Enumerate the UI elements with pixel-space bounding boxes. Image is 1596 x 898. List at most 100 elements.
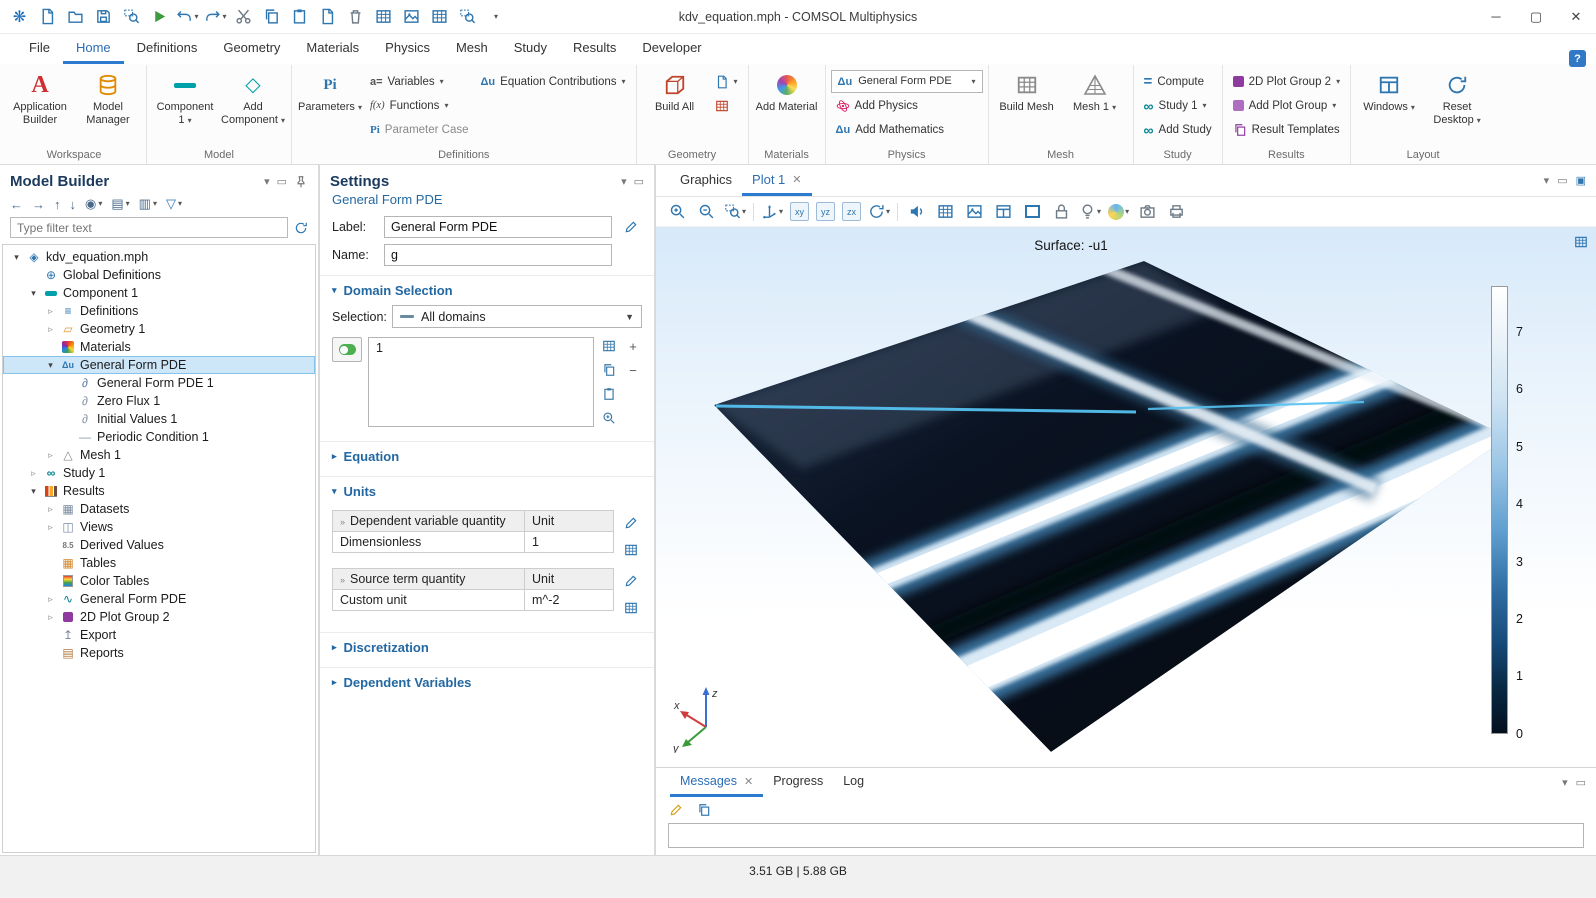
refresh-view-button[interactable]: ▾ [868,201,890,223]
close-button[interactable]: ✕ [1556,0,1596,33]
tab-plot1[interactable]: Plot 1 ✕ [742,165,811,196]
active-toggle-button[interactable] [332,337,362,362]
move-up-button[interactable]: ↑ [54,197,61,212]
table-button[interactable] [934,201,956,223]
undo-button[interactable]: ▾ [174,4,201,30]
tab-study[interactable]: Study [501,34,560,64]
forward-button[interactable]: → [32,197,45,212]
tree-item-study1[interactable]: ▹ ∞ Study 1 [3,464,315,482]
tab-home[interactable]: Home [63,34,124,64]
application-builder-button[interactable]: A Application Builder [7,66,73,147]
model-manager-button[interactable]: Model Manager [75,66,141,147]
preview-button[interactable] [118,4,145,30]
graphics-canvas[interactable]: Surface: -u1 [656,227,1596,767]
domain-selection-header[interactable]: ▾ Domain Selection [320,276,654,304]
plot-data-icon[interactable] [1574,235,1588,249]
duplicate-button[interactable] [314,4,341,30]
edit-unit-table-button[interactable] [620,597,642,619]
paste-button[interactable] [286,4,313,30]
float-window-icon[interactable]: ▭ [1557,174,1567,187]
close-tab-icon[interactable]: ✕ [792,173,801,186]
tab-log[interactable]: Log [833,768,874,797]
delete-button[interactable] [342,4,369,30]
tree-item-export[interactable]: ↥ Export [3,626,315,644]
selection-dropdown[interactable]: All domains ▼ [392,305,642,328]
add-material-button[interactable]: Add Material [754,66,820,147]
tree-item-general-form-pde1[interactable]: ∂ General Form PDE 1 [3,374,315,392]
chevron-down-icon[interactable]: ▾ [621,175,627,188]
chevron-down-icon[interactable]: ▾ [1562,776,1568,789]
tab-file[interactable]: File [16,34,63,64]
expander-icon[interactable]: ▹ [45,324,56,335]
show-options-button[interactable]: ◉▾ [85,196,102,212]
messages-output[interactable] [668,823,1584,848]
float-window-icon[interactable]: ▭ [1576,776,1586,789]
tab-developer[interactable]: Developer [629,34,714,64]
tree-item-results-general-form-pde[interactable]: ▹ ∿ General Form PDE [3,590,315,608]
add-component-button[interactable]: ◇ Add Component ▾ [220,66,286,147]
select-frame-button[interactable] [1021,201,1043,223]
expander-icon[interactable]: ▹ [45,612,56,623]
move-down-button[interactable]: ↓ [70,197,77,212]
rename-button[interactable] [620,216,642,238]
tree-item-materials[interactable]: Materials [3,338,315,356]
dependent-variables-header[interactable]: ▸ Dependent Variables [320,668,654,696]
edit-quantity-button[interactable] [620,570,642,592]
maximize-button[interactable]: ▢ [1516,0,1556,33]
chevron-down-icon[interactable]: ▾ [264,175,270,188]
redo-button[interactable]: ▾ [202,4,229,30]
tree-item-results[interactable]: ▾ Results [3,482,315,500]
zoom-out-button[interactable] [695,201,717,223]
tab-messages[interactable]: Messages ✕ [670,768,763,797]
units-header[interactable]: ▾ Units [320,477,654,505]
tab-mesh[interactable]: Mesh [443,34,501,64]
expander-icon[interactable]: ▹ [28,468,39,479]
tab-materials[interactable]: Materials [293,34,372,64]
xy-view-button[interactable]: xy [790,202,809,221]
edit-quantity-button[interactable] [620,512,642,534]
source-quantity-value[interactable]: Custom unit [333,590,525,611]
expander-icon[interactable]: ▾ [11,252,22,263]
study1-button[interactable]: ∞ Study 1 ▾ [1139,94,1217,117]
zoom-in-button[interactable] [666,201,688,223]
yz-view-button[interactable]: yz [816,202,835,221]
customize-toolbar-button[interactable]: ▾ [482,4,509,30]
plot-window-button[interactable] [992,201,1014,223]
paste-selection-button[interactable] [600,385,618,403]
tree-item-zero-flux1[interactable]: ∂ Zero Flux 1 [3,392,315,410]
remove-domain-button[interactable]: − [624,361,642,379]
zx-view-button[interactable]: zx [842,202,861,221]
tree-item-reports[interactable]: ▤ Reports [3,644,315,662]
physics-interface-select[interactable]: Δu General Form PDE ▾ [831,70,983,93]
help-button[interactable]: ? [1569,50,1586,67]
tree-item-periodic-condition1[interactable]: — Periodic Condition 1 [3,428,315,446]
expander-icon[interactable]: ▹ [45,306,56,317]
equation-header[interactable]: ▸ Equation [320,442,654,470]
copy-table-button[interactable] [370,4,397,30]
tree-item-component1[interactable]: ▾ Component 1 [3,284,315,302]
tab-geometry[interactable]: Geometry [210,34,293,64]
plot-button[interactable] [905,201,927,223]
expand-all-button[interactable]: ▥▾ [139,196,157,212]
variables-button[interactable]: a= Variables ▾ [365,70,474,93]
scene-light-button[interactable]: ▾ [1079,201,1101,223]
name-field-input[interactable] [384,244,612,266]
cut-button[interactable] [230,4,257,30]
add-mathematics-button[interactable]: Δu Add Mathematics [831,118,983,141]
copy-button[interactable] [258,4,285,30]
copy-selection-button[interactable] [600,361,618,379]
export-button[interactable] [454,4,481,30]
collapse-all-button[interactable]: ▤▾ [111,196,129,212]
snapshot-button[interactable] [1136,201,1158,223]
expander-icon[interactable]: ▹ [45,504,56,515]
compute-button[interactable]: = Compute [1139,70,1217,93]
float-window-icon[interactable]: ▭ [634,175,644,188]
tree-item-mesh1[interactable]: ▹ △ Mesh 1 [3,446,315,464]
tab-results[interactable]: Results [560,34,629,64]
chevron-down-icon[interactable]: ▾ [1544,174,1550,187]
discretization-header[interactable]: ▸ Discretization [320,633,654,661]
add-physics-button[interactable]: Add Physics [831,94,983,117]
tree-item-initial-values1[interactable]: ∂ Initial Values 1 [3,410,315,428]
tree-item-geometry1[interactable]: ▹ ▱ Geometry 1 [3,320,315,338]
default-view-button[interactable]: ▾ [761,201,783,223]
